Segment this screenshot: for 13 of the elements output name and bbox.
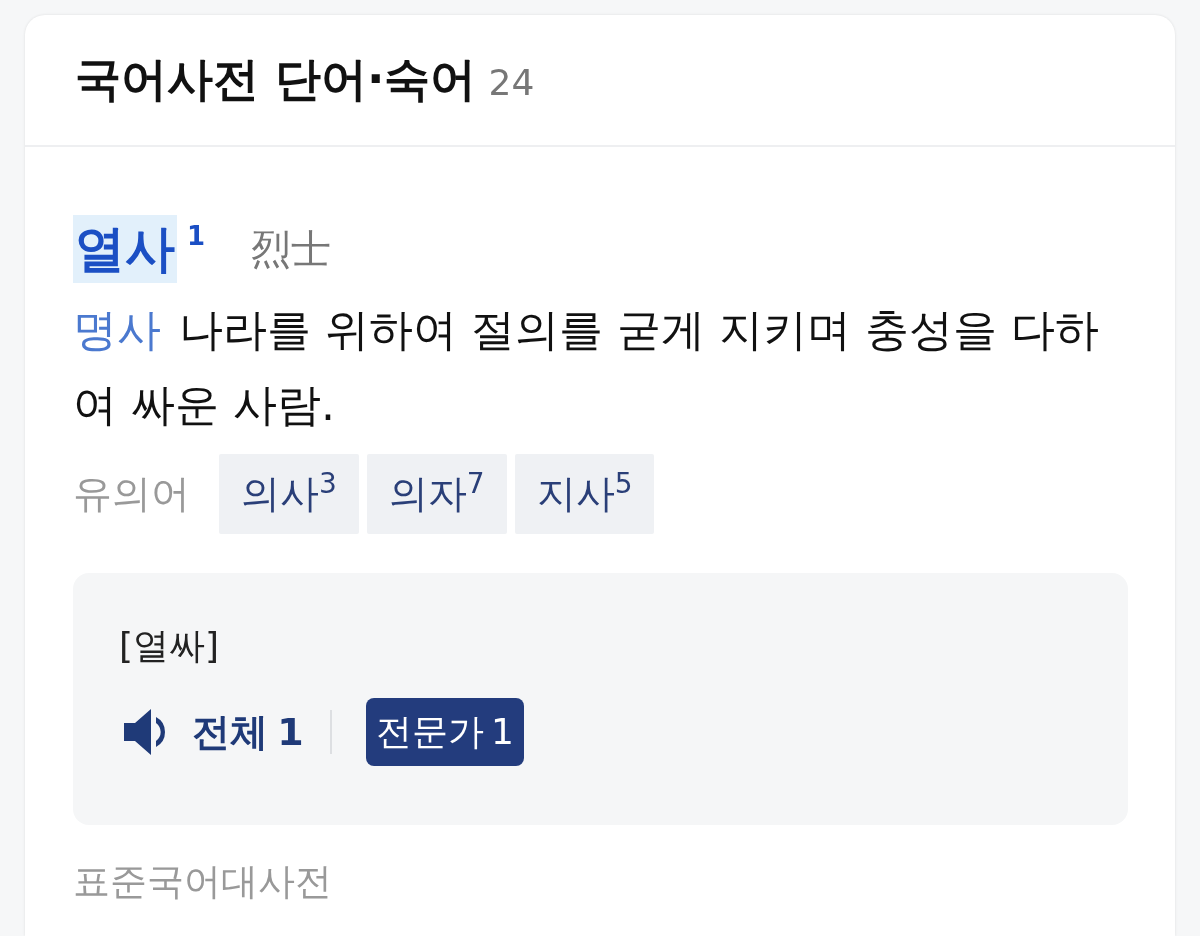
- pronunciation: [열싸]: [119, 624, 220, 668]
- synonym-link[interactable]: 지사$^{5}$: [514, 454, 655, 534]
- result-count: 24: [488, 61, 535, 103]
- section-title: 국어사전 단어·숙어: [75, 51, 477, 108]
- synonym-link[interactable]: 의자$^{7}$: [366, 454, 507, 534]
- expert-pronunciation-button[interactable]: 전문가 1: [365, 698, 525, 766]
- hanja: 烈士: [251, 224, 332, 274]
- homonym-number: 1: [187, 221, 206, 251]
- definition: 명사 나라를 위하여 절의를 굳게 지키며 충성을 다하여 싸운 사람.: [73, 303, 1100, 432]
- synonyms-label: 유의어: [73, 470, 190, 518]
- headword[interactable]: 열사: [73, 215, 177, 283]
- play-pronunciation-button[interactable]: 전체 1: [119, 706, 304, 758]
- synonym-link[interactable]: 의사$^{3}$: [219, 454, 359, 534]
